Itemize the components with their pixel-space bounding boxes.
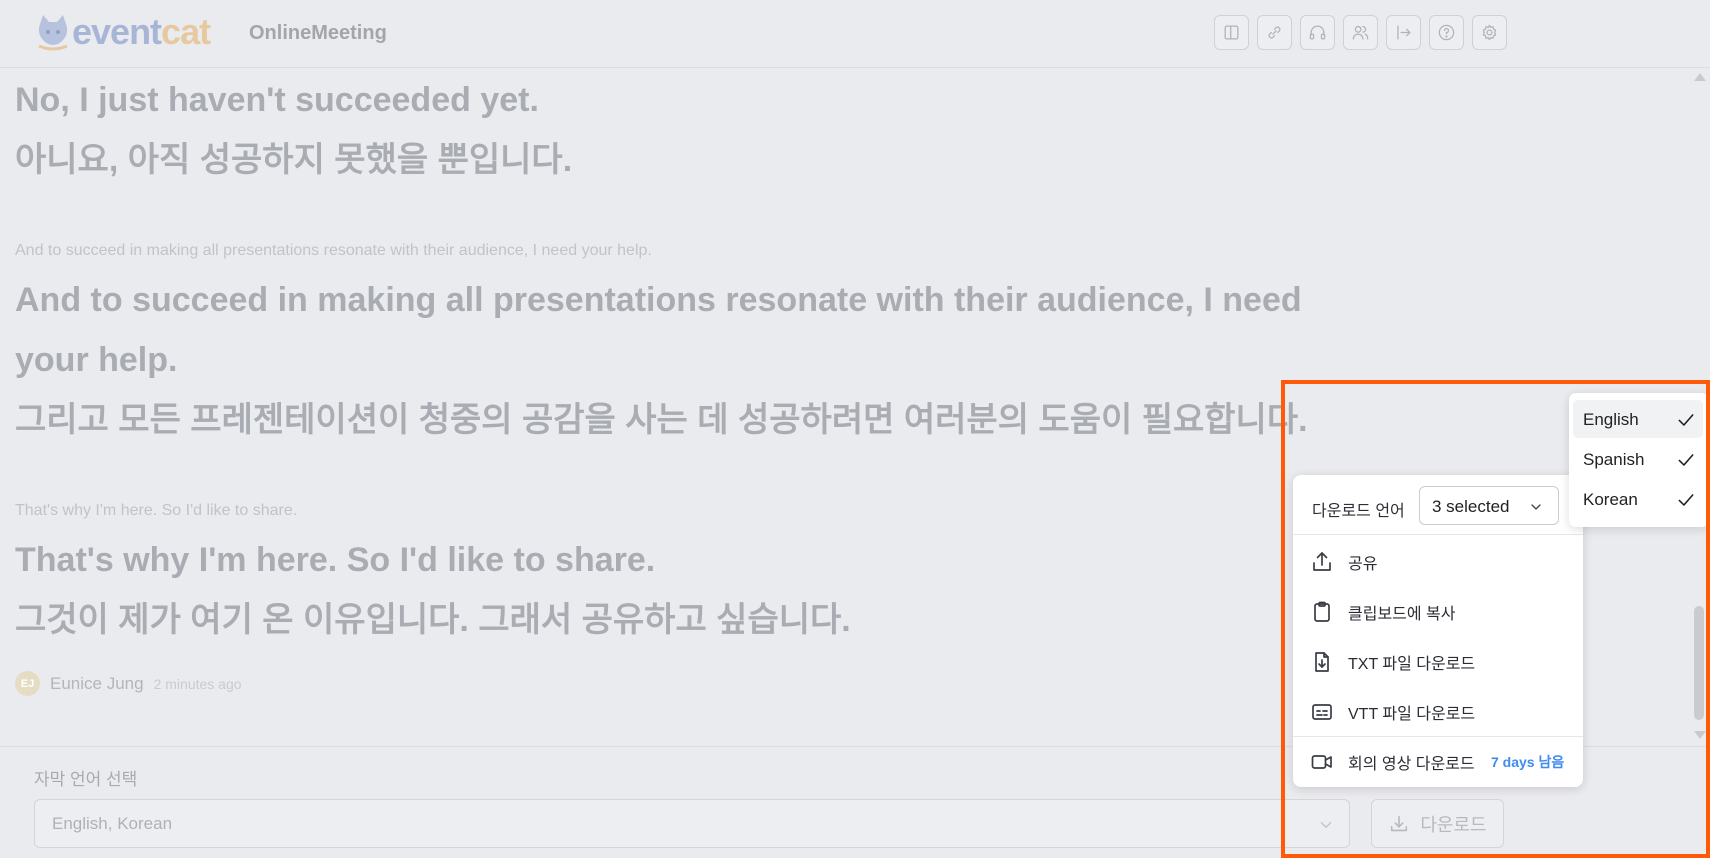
subtitles-icon	[1312, 704, 1332, 720]
transcript-line: No, I just haven't succeeded yet.	[15, 81, 539, 119]
transcript-source: And to succeed in making all presentatio…	[15, 242, 652, 259]
download-language-select[interactable]: 3 selected	[1419, 486, 1559, 525]
transcript-source: That's why I'm here. So I'd like to shar…	[15, 502, 298, 519]
share-menu: 다운로드 언어 3 selected 공유 클립보드에 복사 TXT 파일 다운…	[1293, 475, 1583, 787]
chevron-down-icon	[1531, 504, 1541, 510]
days-remaining-badge: 7 days 남음	[1491, 754, 1565, 770]
settings-button[interactable]	[1472, 15, 1507, 50]
language-option-english[interactable]: English	[1573, 400, 1703, 438]
download-language-row: 다운로드 언어 3 selected	[1293, 475, 1583, 535]
scrollbar-thumb[interactable]	[1694, 606, 1704, 720]
transcript-line: That's why I'm here. So I'd like to shar…	[15, 541, 656, 579]
menu-item-copy-clipboard[interactable]: 클립보드에 복사	[1293, 587, 1583, 637]
file-download-icon	[1315, 652, 1329, 672]
leave-button[interactable]	[1386, 15, 1421, 50]
transcript-line: your help.	[15, 341, 178, 379]
transcript-translation: 아니요, 아직 성공하지 못했을 뿐입니다.	[15, 141, 573, 179]
language-option-label: Korean	[1583, 490, 1638, 509]
download-language-value: 3 selected	[1432, 497, 1510, 516]
speaker-timestamp: 2 minutes ago	[153, 675, 242, 692]
language-option-label: Spanish	[1583, 450, 1645, 469]
audio-button[interactable]	[1300, 15, 1335, 50]
menu-item-label: 클립보드에 복사	[1348, 606, 1456, 623]
transcript-translation: 그리고 모든 프레젠테이션이 청중의 공감을 사는 데 성공하려면 여러분의 도…	[15, 401, 1308, 439]
check-icon	[1678, 454, 1694, 466]
help-icon	[1438, 24, 1455, 41]
menu-item-label: VTT 파일 다운로드	[1348, 706, 1476, 723]
app-header: eventcat OnlineMeeting	[0, 0, 1710, 68]
help-button[interactable]	[1429, 15, 1464, 50]
language-option-spanish[interactable]: Spanish	[1573, 440, 1703, 478]
language-dropdown: English Spanish Korean	[1569, 393, 1709, 527]
cat-logo-icon	[38, 15, 68, 51]
menu-item-download-video[interactable]: 회의 영상 다운로드 7 days 남음	[1293, 737, 1583, 787]
download-button[interactable]: 다운로드	[1371, 799, 1504, 848]
transcript-translation: 그것이 제가 여기 온 이유입니다. 그래서 공유하고 싶습니다.	[15, 601, 851, 639]
subtitle-language-select[interactable]: English, Korean	[34, 799, 1350, 848]
transcript-line: And to succeed in making all presentatio…	[15, 281, 1302, 319]
exit-icon	[1397, 25, 1411, 40]
menu-item-label: 회의 영상 다운로드	[1348, 756, 1475, 773]
participants-button[interactable]	[1343, 15, 1378, 50]
clipboard-icon	[1314, 601, 1330, 622]
link-button[interactable]	[1257, 15, 1292, 50]
menu-item-label: TXT 파일 다운로드	[1348, 656, 1476, 673]
menu-item-share[interactable]: 공유	[1293, 537, 1583, 587]
language-option-korean[interactable]: Korean	[1573, 480, 1703, 518]
language-option-label: English	[1583, 410, 1639, 429]
avatar: EJ	[15, 671, 40, 696]
header-toolbar	[1214, 15, 1507, 50]
scroll-down-arrow[interactable]	[1694, 731, 1706, 739]
layout-icon	[1224, 25, 1239, 40]
check-icon	[1678, 494, 1694, 506]
menu-item-label: 공유	[1348, 556, 1378, 573]
check-icon	[1678, 414, 1694, 426]
download-language-label: 다운로드 언어	[1312, 503, 1405, 520]
menu-item-download-txt[interactable]: TXT 파일 다운로드	[1293, 637, 1583, 687]
app-name: OnlineMeeting	[249, 22, 387, 44]
video-icon	[1311, 755, 1332, 769]
layout-button[interactable]	[1214, 15, 1249, 50]
logo-text: eventcat	[72, 11, 211, 52]
speaker-info: EJ Eunice Jung 2 minutes ago	[15, 671, 242, 696]
users-icon	[1352, 25, 1369, 40]
eventcat-logo[interactable]: eventcat	[34, 11, 211, 52]
speaker-name: Eunice Jung	[50, 673, 144, 693]
subtitle-language-label: 자막 언어 선택	[34, 770, 138, 789]
scroll-up-arrow[interactable]	[1694, 73, 1706, 81]
link-icon	[1268, 26, 1281, 39]
headphones-icon	[1309, 25, 1326, 40]
download-button-label: 다운로드	[1420, 814, 1487, 835]
chevron-down-icon	[1320, 822, 1332, 828]
share-icon	[1313, 552, 1331, 571]
download-icon	[1391, 815, 1408, 831]
subtitle-language-value: English, Korean	[52, 814, 173, 833]
menu-item-download-vtt[interactable]: VTT 파일 다운로드	[1293, 687, 1583, 737]
settings-icon	[1482, 24, 1497, 41]
